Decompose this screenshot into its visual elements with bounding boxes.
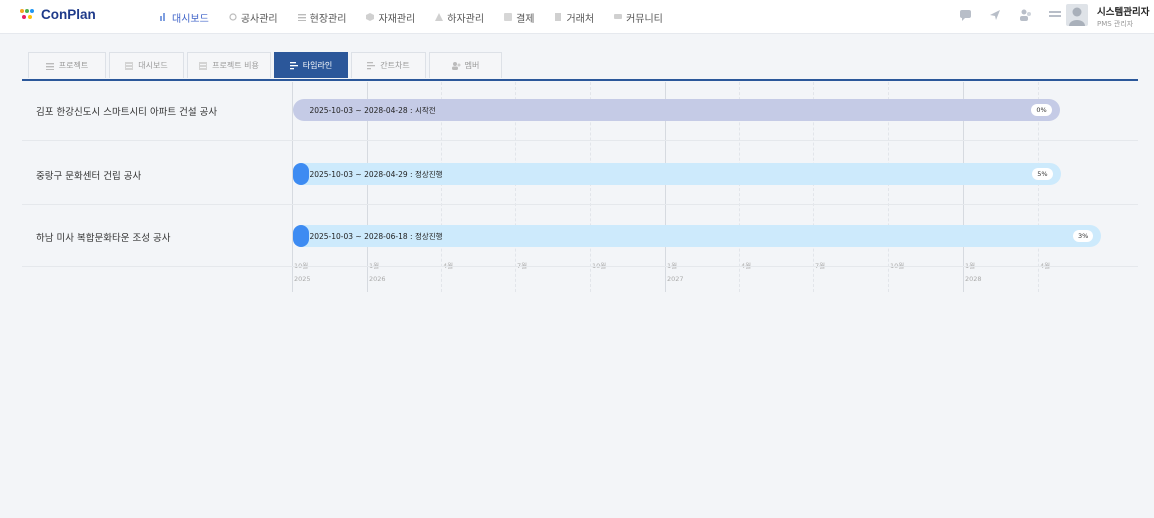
nav-item-7[interactable]: 커뮤니티 — [614, 10, 663, 25]
bar-date-range: 2025-10-03 ~ 2028-04-29 : 정상진행 — [309, 170, 443, 179]
user-menu[interactable]: 시스템관리자 PMS 관리자 — [1097, 4, 1149, 29]
nav-item-label: 거래처 — [566, 13, 595, 25]
grid-icon — [199, 61, 208, 70]
axis-month-label: 7월 — [517, 262, 528, 270]
users-icon[interactable] — [1016, 6, 1034, 24]
send-icon[interactable] — [986, 6, 1004, 24]
nav-item-3[interactable]: 자재관리 — [366, 10, 415, 25]
list-icon — [297, 13, 306, 21]
grid-icon — [125, 61, 134, 70]
nav-item-label: 결제 — [516, 13, 535, 25]
nav-item-0[interactable]: 대시보드 — [160, 10, 209, 25]
project-name[interactable]: 중랑구 문화센터 건립 공사 — [36, 168, 141, 182]
top-navigation-bar: ConPlan 대시보드 공사관리 현장관리 자재관리 하자관리 결제 거래처 커뮤니티 시스… — [0, 0, 1154, 34]
nav-item-2[interactable]: 현장관리 — [297, 10, 347, 25]
nav-item-label: 공사관리 — [240, 13, 278, 25]
tab-label: 멤버 — [464, 61, 480, 70]
nav-item-label: 자재관리 — [378, 13, 416, 25]
axis-month-label: 4월 — [741, 262, 752, 270]
avatar[interactable] — [1066, 4, 1088, 26]
tab-label: 프로젝트 비용 — [212, 61, 259, 70]
project-name[interactable]: 하남 미사 복합문화타운 조성 공사 — [36, 230, 170, 244]
axis-month-label: 10월 — [890, 262, 905, 270]
axis-year-label: 2025 — [294, 275, 311, 283]
axis-month-label: 10월 — [294, 262, 309, 270]
axis-year-label: 2026 — [369, 275, 386, 283]
row-separator — [22, 204, 1138, 205]
axis-month-label: 1월 — [667, 262, 678, 270]
timeline-icon — [289, 61, 298, 70]
main-nav: 대시보드 공사관리 현장관리 자재관리 하자관리 결제 거래처 커뮤니티 — [160, 0, 683, 34]
nav-item-1[interactable]: 공사관리 — [229, 10, 278, 25]
chat-icon[interactable] — [956, 6, 974, 24]
nav-item-label: 대시보드 — [172, 13, 209, 25]
bar-chart-icon — [160, 13, 168, 21]
tab-5[interactable]: 멤버 — [429, 52, 502, 78]
circle-icon — [229, 13, 237, 21]
nav-item-4[interactable]: 하자관리 — [435, 10, 484, 25]
tab-0[interactable]: 프로젝트 — [28, 52, 106, 78]
tab-underline — [22, 79, 1138, 81]
logo-text: ConPlan — [41, 7, 96, 22]
bar-date-range: 2025-10-03 ~ 2028-06-18 : 정상진행 — [309, 232, 443, 241]
nav-item-label: 현장관리 — [309, 13, 347, 25]
progress-fill — [293, 225, 310, 247]
axis-year-label: 2027 — [667, 275, 684, 283]
axis-month-label: 1월 — [965, 262, 976, 270]
project-tabs: 프로젝트 대시보드 프로젝트 비용 타임라인 간트차트 멤버 — [28, 52, 505, 78]
timeline-bar[interactable]: 2025-10-03 ~ 2028-06-18 : 정상진행 3% — [293, 225, 1102, 247]
tab-label: 타임라인 — [302, 61, 333, 70]
header-actions — [956, 6, 1064, 24]
menu-icon[interactable] — [1046, 6, 1064, 24]
user-role: PMS 관리자 — [1097, 20, 1134, 28]
tab-4[interactable]: 간트차트 — [351, 52, 426, 78]
timeline-bar[interactable]: 2025-10-03 ~ 2028-04-28 : 시작전 0% — [293, 99, 1060, 121]
tab-3[interactable]: 타임라인 — [274, 52, 348, 78]
project-name[interactable]: 김포 한강신도시 스마트시티 아파트 건설 공사 — [36, 104, 217, 118]
tab-label: 간트차트 — [380, 61, 410, 70]
tab-label: 대시보드 — [138, 61, 168, 70]
bar-date-range: 2025-10-03 ~ 2028-04-28 : 시작전 — [309, 106, 436, 115]
tab-2[interactable]: 프로젝트 비용 — [187, 52, 271, 78]
list-icon — [45, 62, 54, 70]
chat-icon — [614, 13, 623, 21]
progress-badge: 3% — [1073, 230, 1094, 242]
axis-month-label: 1월 — [369, 262, 380, 270]
row-separator — [22, 266, 1138, 267]
timeline-bar[interactable]: 2025-10-03 ~ 2028-04-29 : 정상진행 5% — [293, 163, 1061, 185]
nav-item-label: 커뮤니티 — [626, 13, 663, 25]
nav-item-6[interactable]: 거래처 — [554, 10, 594, 25]
box-icon — [366, 13, 375, 21]
axis-month-label: 10월 — [592, 262, 607, 270]
row-separator — [22, 140, 1138, 141]
axis-year-label: 2028 — [965, 275, 982, 283]
axis-month-label: 7월 — [815, 262, 826, 270]
tab-label: 프로젝트 — [58, 61, 89, 70]
check-icon — [504, 13, 513, 21]
users-icon — [451, 61, 461, 70]
timeline-icon — [367, 61, 376, 70]
tab-1[interactable]: 대시보드 — [109, 52, 184, 78]
app-logo[interactable]: ConPlan — [20, 7, 96, 22]
timeline-panel: 프로젝트 대시보드 프로젝트 비용 타임라인 간트차트 멤버 10월 2025 1월 2026 4… — [22, 46, 1138, 506]
axis-month-label: 4월 — [443, 262, 454, 270]
progress-badge: 0% — [1031, 104, 1052, 116]
user-name: 시스템관리자 — [1097, 7, 1150, 18]
building-icon — [554, 13, 562, 21]
progress-fill — [293, 163, 310, 185]
progress-badge: 5% — [1032, 168, 1053, 180]
nav-item-label: 하자관리 — [447, 13, 485, 25]
logo-icon — [20, 8, 36, 22]
nav-item-5[interactable]: 결제 — [504, 10, 534, 25]
axis-month-label: 4월 — [1040, 262, 1051, 270]
warning-icon — [435, 13, 444, 21]
